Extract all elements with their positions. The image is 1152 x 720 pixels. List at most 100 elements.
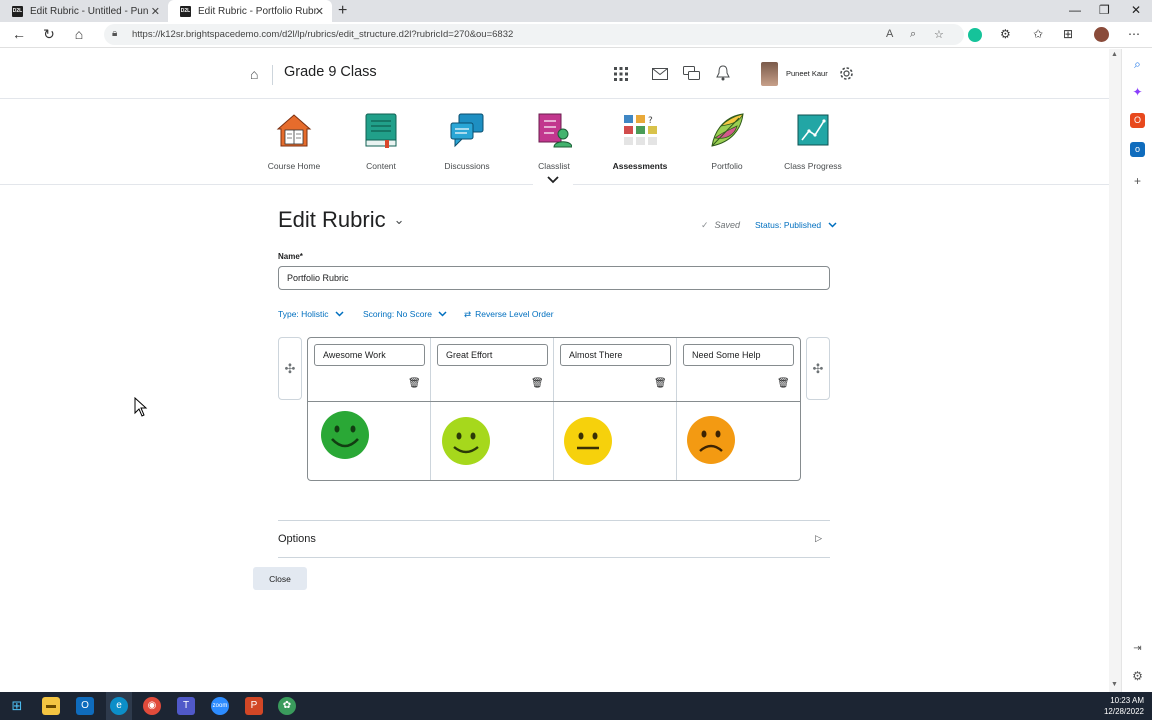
nav-label: Portfolio <box>711 161 743 171</box>
collections-icon[interactable]: ⊞ <box>1063 27 1073 41</box>
mouse-cursor-icon <box>134 397 148 417</box>
scroll-down-icon[interactable]: ▼ <box>1111 681 1118 688</box>
teams-icon[interactable]: T <box>177 697 195 715</box>
refresh-icon[interactable]: ↻ <box>40 26 58 43</box>
grid-apps-icon[interactable] <box>613 66 629 82</box>
home-icon[interactable]: ⌂ <box>250 66 258 82</box>
tab-title: Edit Rubric - Untitled - Puneet's <box>30 5 148 17</box>
chevron-down-icon <box>438 311 447 317</box>
read-aloud-icon[interactable]: A <box>886 28 893 40</box>
add-icon[interactable]: + <box>1130 174 1145 189</box>
reverse-label: Reverse Level Order <box>475 309 554 319</box>
chevron-down-icon <box>335 311 344 317</box>
name-label: Name* <box>278 252 303 261</box>
close-button[interactable]: Close <box>253 567 307 590</box>
nav-discussions[interactable]: Discussions <box>427 112 507 171</box>
search-icon[interactable]: ⌕ <box>1130 57 1145 72</box>
browser-tab[interactable]: D2L Edit Rubric - Untitled - Puneet's ✕ <box>0 0 168 22</box>
zoom-icon[interactable]: zoom <box>211 697 229 715</box>
powerpoint-icon[interactable]: P <box>245 697 263 715</box>
window-close-icon[interactable]: ✕ <box>1131 3 1141 17</box>
type-dropdown[interactable]: Type: Holistic <box>278 309 344 319</box>
outlook-icon[interactable]: o <box>1130 142 1145 157</box>
extensions-icon[interactable]: ⚙ <box>1000 27 1011 41</box>
book-icon <box>365 113 397 148</box>
avatar[interactable] <box>761 62 778 86</box>
home-icon[interactable]: ⌂ <box>70 26 88 42</box>
back-icon[interactable]: ← <box>10 26 28 42</box>
nav-label: Assessments <box>612 161 668 171</box>
options-expander[interactable]: Options ▷ <box>278 520 830 558</box>
gear-icon[interactable] <box>838 65 855 82</box>
d2l-favicon-icon: D2L <box>180 5 191 17</box>
nav-class-progress[interactable]: Class Progress <box>773 112 853 171</box>
course-header: ⌂ Grade 9 Class Puneet Kaur <box>0 49 1109 99</box>
trash-icon[interactable]: 🗑︎ <box>531 378 544 389</box>
chat-icon[interactable] <box>683 66 700 81</box>
neutral-face-icon <box>564 417 612 465</box>
bell-icon[interactable] <box>716 65 730 81</box>
copilot-icon[interactable]: ✦ <box>1130 85 1145 100</box>
reverse-level-order-button[interactable]: ⇄ Reverse Level Order <box>464 309 554 320</box>
scoring-dropdown[interactable]: Scoring: No Score <box>363 309 447 319</box>
favorite-star-icon[interactable]: ☆ <box>934 28 944 41</box>
restore-icon[interactable]: ❐ <box>1099 3 1110 17</box>
divider <box>677 401 800 402</box>
level-name-input[interactable] <box>560 344 671 366</box>
smile-face-icon <box>442 417 490 465</box>
file-explorer-icon[interactable]: ▬ <box>42 697 60 715</box>
app-icon[interactable]: ✿ <box>278 697 296 715</box>
clock[interactable]: 10:23 AM 12/28/2022 <box>1104 695 1144 717</box>
favorites-icon[interactable]: ✩ <box>1033 27 1043 41</box>
status-dropdown[interactable]: Status: Published <box>755 220 837 230</box>
scroll-up-icon[interactable]: ▲ <box>1111 51 1118 58</box>
trash-icon[interactable]: 🗑︎ <box>777 378 790 389</box>
divider <box>308 401 431 402</box>
add-level-right-button[interactable]: ✣ <box>806 337 830 400</box>
windows-start-icon[interactable]: ⊞ <box>8 697 26 715</box>
nav-portfolio[interactable]: Portfolio <box>687 112 767 171</box>
plus-icon: ✣ <box>812 361 824 376</box>
level-column: 🗑︎ <box>308 338 431 480</box>
caret-right-icon: ▷ <box>815 533 822 543</box>
chevron-down-icon[interactable]: ⌄ <box>394 212 405 227</box>
trash-icon[interactable]: 🗑︎ <box>408 378 421 389</box>
office-icon[interactable]: O <box>1130 113 1145 128</box>
profile-avatar[interactable] <box>1094 27 1109 42</box>
trash-icon[interactable]: 🗑︎ <box>654 378 667 389</box>
zoom-icon[interactable]: ⌕ <box>910 28 916 41</box>
browser-tab-active[interactable]: D2L Edit Rubric - Portfolio Rubric - B ✕ <box>168 0 332 22</box>
d2l-favicon-icon: D2L <box>12 5 23 17</box>
rubric-name-input[interactable] <box>278 266 830 290</box>
more-menu-icon[interactable]: ⋯ <box>1128 27 1140 41</box>
nav-assessments[interactable]: ? Assessments <box>600 112 680 171</box>
page-scrollbar[interactable]: ▲ ▼ <box>1109 49 1121 692</box>
nav-course-home[interactable]: Course Home <box>254 112 334 171</box>
close-icon[interactable]: ✕ <box>315 5 324 18</box>
level-name-input[interactable] <box>683 344 794 366</box>
new-tab-icon[interactable]: + <box>338 2 347 20</box>
add-level-left-button[interactable]: ✣ <box>278 337 302 400</box>
nav-content[interactable]: Content <box>341 112 421 171</box>
chevron-down-icon[interactable] <box>533 173 573 187</box>
minimize-icon[interactable]: — <box>1069 3 1081 17</box>
grammarly-icon[interactable] <box>968 28 982 42</box>
gear-icon[interactable]: ⚙ <box>1130 669 1145 684</box>
level-column: 🗑︎ <box>677 338 800 480</box>
outlook-icon[interactable]: O <box>76 697 94 715</box>
nav-classlist[interactable]: Classlist <box>514 112 594 171</box>
frown-face-icon <box>687 416 735 464</box>
edge-icon[interactable]: e <box>110 697 128 715</box>
close-icon[interactable]: ✕ <box>151 5 160 18</box>
sidebar-toggle-icon[interactable]: ⇥ <box>1130 641 1145 656</box>
level-name-input[interactable] <box>314 344 425 366</box>
mail-icon[interactable] <box>652 68 668 80</box>
level-name-input[interactable] <box>437 344 548 366</box>
url-field[interactable]: 🔒︎ https://k12sr.brightspacedemo.com/d2l… <box>104 24 964 45</box>
rubric-levels-grid: 🗑︎ 🗑︎ 🗑︎ <box>307 337 801 481</box>
chrome-icon[interactable]: ◉ <box>143 697 161 715</box>
course-title[interactable]: Grade 9 Class <box>284 64 377 80</box>
user-name[interactable]: Puneet Kaur <box>786 69 828 78</box>
divider <box>431 401 554 402</box>
course-navbar: Course Home Content Discussions Classlis… <box>0 99 1109 187</box>
